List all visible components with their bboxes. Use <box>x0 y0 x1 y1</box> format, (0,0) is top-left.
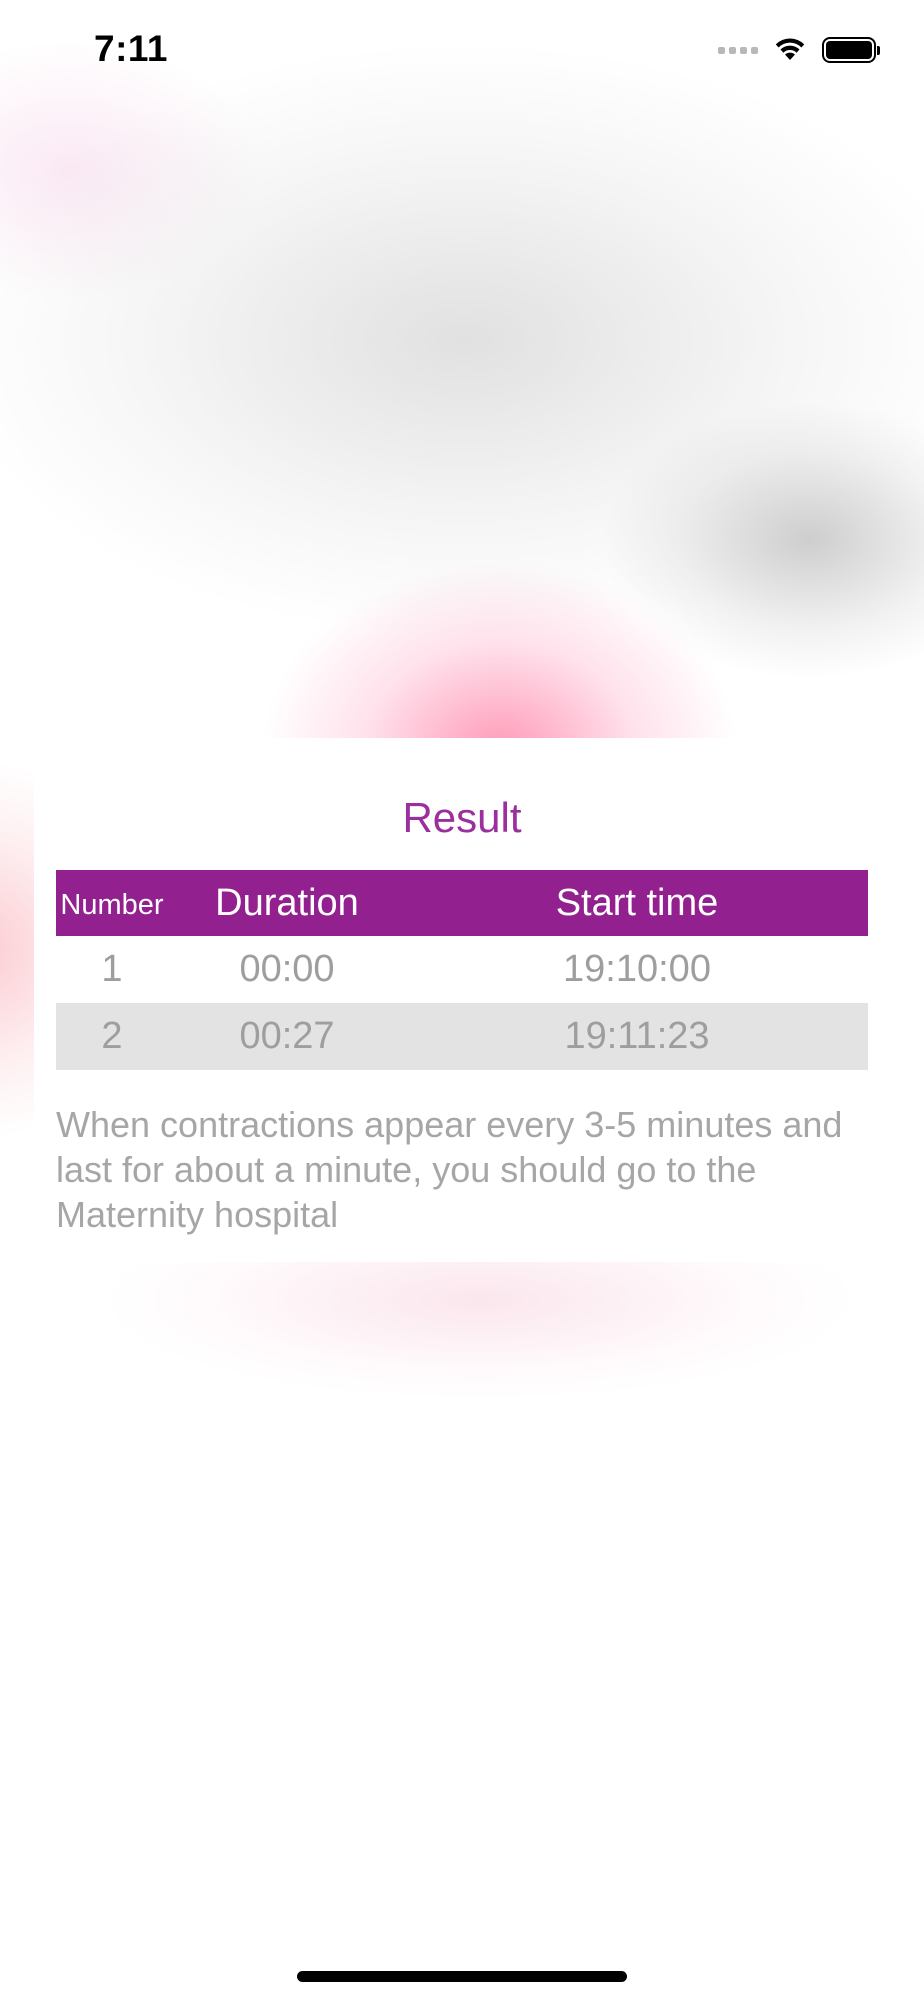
header-number: Number <box>60 888 164 921</box>
cell-start-time: 19:11:23 <box>564 1015 710 1057</box>
background-blur-grey <box>0 40 924 640</box>
cell-number: 1 <box>101 948 123 990</box>
status-icons <box>718 34 880 67</box>
table-row: 2 00:27 19:11:23 <box>56 1003 868 1070</box>
background-blur-grey-right <box>600 400 924 680</box>
cellular-signal-icon <box>718 46 758 54</box>
wifi-icon <box>772 34 808 67</box>
home-indicator[interactable] <box>297 1971 627 1982</box>
cell-start-time: 19:10:00 <box>563 948 711 990</box>
header-start-time: Start time <box>555 881 719 924</box>
status-bar: 7:11 <box>0 0 924 100</box>
advice-note: When contractions appear every 3-5 minut… <box>56 1104 843 1235</box>
table-row: 1 00:00 19:10:00 <box>56 936 868 1003</box>
result-title: Result <box>402 794 522 841</box>
cell-duration: 00:27 <box>239 1015 335 1057</box>
battery-icon <box>822 37 880 63</box>
contractions-table: Number Duration Start time 1 00:00 19:10… <box>56 870 868 1070</box>
table-header: Number Duration Start time <box>56 870 868 936</box>
header-duration: Duration <box>215 881 359 924</box>
cell-number: 2 <box>101 1015 123 1057</box>
cell-duration: 00:00 <box>239 948 335 990</box>
status-time: 7:11 <box>94 28 169 69</box>
result-card: Result Number Duration Start time 1 00:0… <box>34 738 890 1262</box>
screen: 7:11 Result Number Duration Start time 1… <box>0 0 924 2000</box>
